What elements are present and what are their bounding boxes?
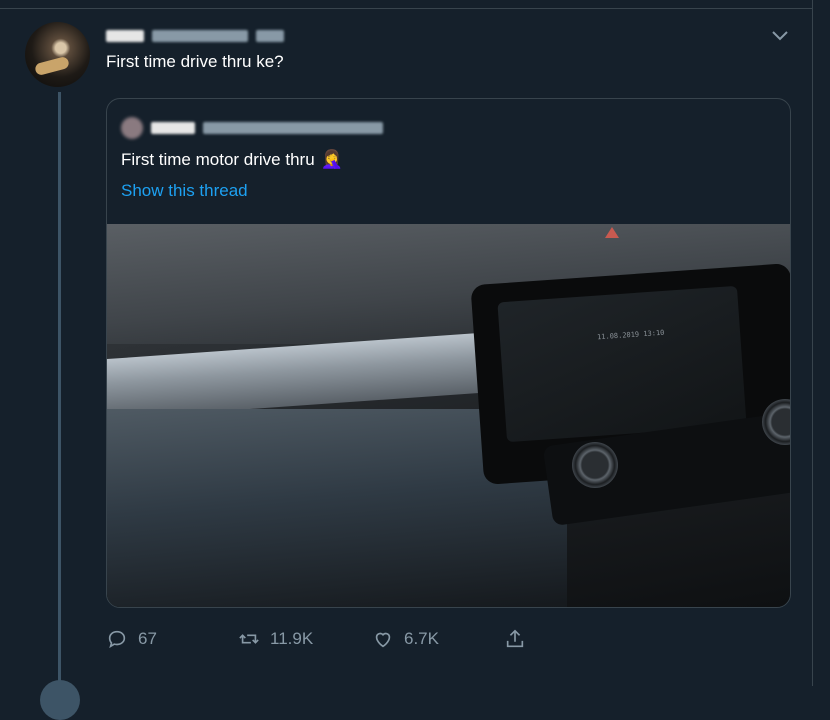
share-button[interactable] <box>504 628 526 650</box>
photo-infotainment-screen <box>497 285 747 443</box>
quoted-author-handle-blurred[interactable] <box>203 122 383 134</box>
retweet-count: 11.9K <box>270 629 314 648</box>
like-count: 6.7K <box>404 629 439 648</box>
quoted-tweet-text-row: First time motor drive thru 🤦‍♀️ <box>121 149 343 170</box>
facepalm-emoji-icon: 🤦‍♀️ <box>320 149 344 169</box>
reply-count: 67 <box>138 629 157 648</box>
like-button[interactable]: 6.7K <box>372 628 439 650</box>
quoted-tweet-text: First time motor drive thru <box>121 149 315 169</box>
reply-icon <box>108 630 126 649</box>
show-thread-link[interactable]: Show this thread <box>121 181 248 201</box>
thread-connector-line <box>58 92 61 686</box>
author-avatar[interactable] <box>25 22 90 87</box>
tweet-text: First time drive thru ke? <box>106 52 284 71</box>
share-icon <box>506 629 524 648</box>
next-tweet-avatar[interactable] <box>40 680 80 720</box>
author-display-name-blurred[interactable] <box>106 30 144 42</box>
quoted-author-name-blurred[interactable] <box>151 122 195 134</box>
chevron-down-icon[interactable] <box>770 28 790 44</box>
photo-climate-knob-left <box>572 442 618 488</box>
right-divider <box>812 0 813 686</box>
hazard-button-icon <box>605 227 619 238</box>
author-header[interactable] <box>106 28 284 44</box>
retweet-button[interactable]: 11.9K <box>238 628 313 650</box>
quoted-tweet-photo[interactable]: 11.08.2019 13:10 <box>107 224 790 607</box>
quoted-author-avatar-blurred[interactable] <box>121 117 143 139</box>
quoted-tweet-card[interactable]: First time motor drive thru 🤦‍♀️ Show th… <box>106 98 791 608</box>
tweet-time-blurred[interactable] <box>256 30 284 42</box>
tweet-actions-bar: 67 11.9K 6.7K <box>106 628 536 656</box>
quoted-author-header[interactable] <box>121 117 383 139</box>
top-divider <box>0 8 812 9</box>
author-handle-blurred[interactable] <box>152 30 248 42</box>
avatar-guitar-shape <box>34 55 70 77</box>
reply-button[interactable]: 67 <box>106 628 157 650</box>
heart-icon <box>375 632 391 648</box>
retweet-icon <box>239 634 259 644</box>
